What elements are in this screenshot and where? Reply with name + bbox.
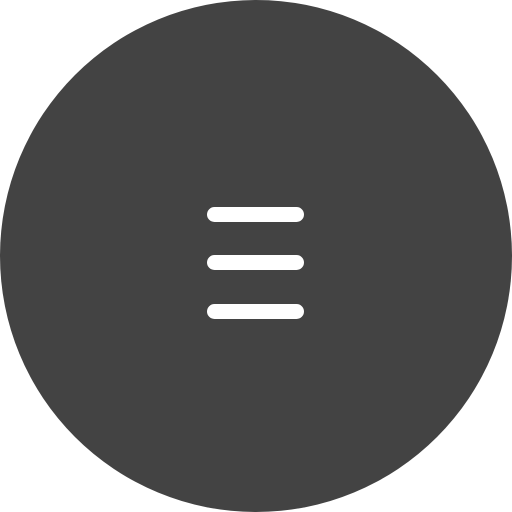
hamburger-menu-icon <box>207 207 305 321</box>
menu-button[interactable] <box>0 0 512 512</box>
hamburger-bar-top <box>207 207 304 222</box>
hamburger-bar-middle <box>207 255 304 270</box>
hamburger-bar-bottom <box>207 304 304 319</box>
